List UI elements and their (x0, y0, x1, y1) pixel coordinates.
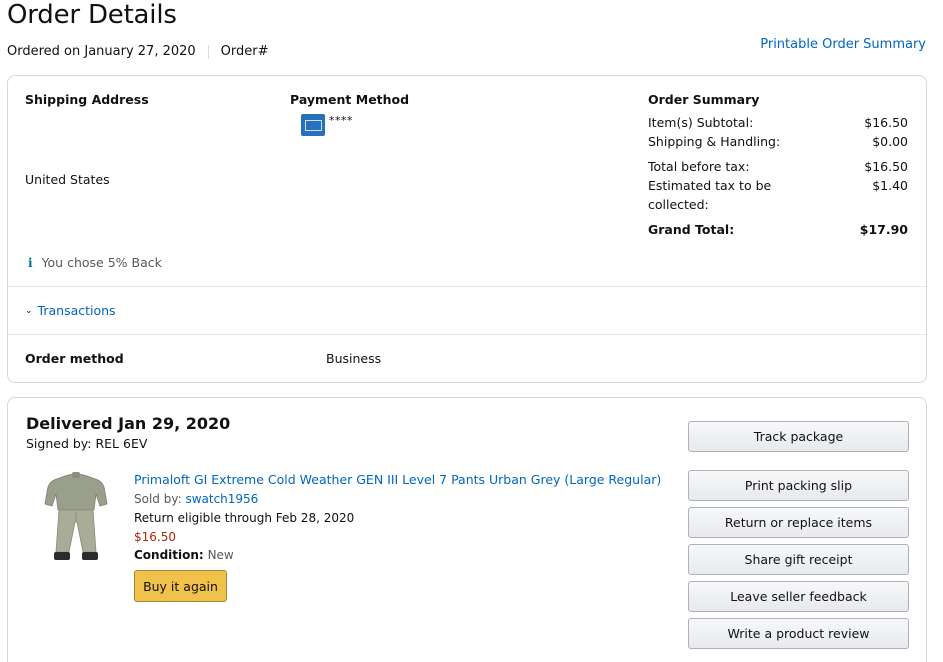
summary-row-subtotal: Item(s) Subtotal: $16.50 (648, 113, 908, 132)
summary-label: Item(s) Subtotal: (648, 115, 754, 130)
printable-order-summary-link[interactable]: Printable Order Summary (760, 37, 926, 52)
transactions-toggle[interactable]: ⌄ Transactions (25, 303, 116, 318)
summary-row-shipping: Shipping & Handling: $0.00 (648, 132, 908, 151)
share-gift-receipt-button[interactable]: Share gift receipt (688, 544, 909, 575)
product-price: $16.50 (134, 530, 176, 544)
transactions-label: Transactions (37, 303, 116, 318)
product-title-link[interactable]: Primaloft GI Extreme Cold Weather GEN II… (134, 472, 661, 487)
condition-label: Condition: (134, 548, 204, 562)
summary-value: $16.50 (864, 115, 908, 130)
shipping-country: United States (25, 172, 110, 187)
summary-label: Shipping & Handling: (648, 134, 781, 149)
payment-method-heading: Payment Method (290, 92, 410, 107)
delivery-status: Delivered Jan 29, 2020 (26, 414, 231, 433)
grand-total-value: $17.90 (859, 222, 908, 237)
reward-text: You chose 5% Back (41, 255, 162, 270)
meta-divider (207, 44, 209, 59)
shipment-card: Delivered Jan 29, 2020 Signed by: REL 6E… (7, 397, 927, 662)
seller-link[interactable]: swatch1956 (185, 492, 258, 506)
summary-value: $1.40 (872, 178, 908, 193)
condition-line: Condition: New (134, 548, 234, 562)
summary-row-tax: Estimated tax to be collected: $1.40 (648, 176, 908, 214)
summary-label: Estimated tax to be collected: (648, 178, 772, 212)
card-masked-number: **** (329, 114, 353, 127)
ordered-on-date: Ordered on January 27, 2020 (7, 44, 196, 59)
track-package-button[interactable]: Track package (688, 421, 909, 452)
section-divider (8, 334, 926, 335)
grand-total-label: Grand Total: (648, 222, 735, 237)
sold-by-label: Sold by: (134, 492, 182, 506)
summary-value: $0.00 (872, 134, 908, 149)
sold-by-line: Sold by: swatch1956 (134, 492, 258, 506)
signed-by: Signed by: REL 6EV (26, 436, 148, 451)
order-meta: Ordered on January 27, 2020 Order# (7, 44, 269, 59)
chevron-down-icon: ⌄ (25, 305, 33, 316)
summary-row-before-tax: Total before tax: $16.50 (648, 157, 908, 176)
amex-card-icon (301, 114, 325, 136)
shipping-address-heading: Shipping Address (25, 92, 149, 107)
print-packing-slip-button[interactable]: Print packing slip (688, 470, 909, 501)
order-summary-heading: Order Summary (648, 92, 760, 107)
summary-label: Total before tax: (648, 159, 750, 174)
reward-notice: i You chose 5% Back (28, 255, 162, 270)
page-title: Order Details (7, 0, 177, 30)
order-info-card: Shipping Address United States Payment M… (7, 75, 927, 383)
info-icon: i (28, 255, 33, 270)
section-divider (8, 286, 926, 287)
write-review-button[interactable]: Write a product review (688, 618, 909, 649)
buy-again-button[interactable]: Buy it again (134, 570, 227, 602)
summary-row-grand-total: Grand Total: $17.90 (648, 220, 908, 239)
return-eligibility: Return eligible through Feb 28, 2020 (134, 511, 355, 525)
order-method-value: Business (326, 351, 382, 366)
leave-seller-feedback-button[interactable]: Leave seller feedback (688, 581, 909, 612)
order-number-label: Order# (220, 44, 269, 59)
product-image[interactable] (38, 470, 114, 562)
summary-value: $16.50 (864, 159, 908, 174)
return-replace-button[interactable]: Return or replace items (688, 507, 909, 538)
condition-value: New (207, 548, 234, 562)
order-method-label: Order method (25, 351, 124, 366)
